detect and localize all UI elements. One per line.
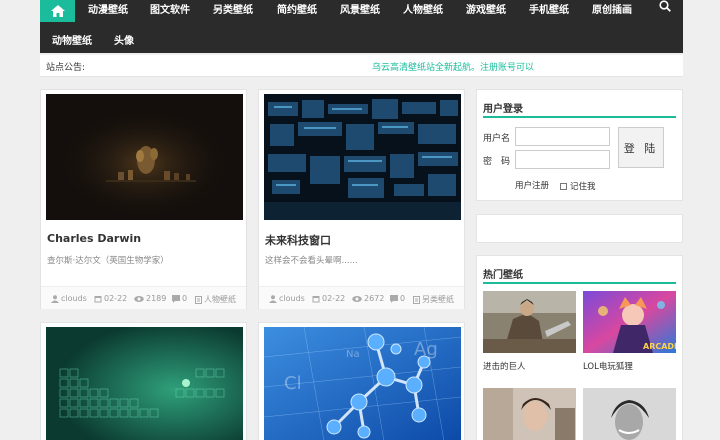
home-button[interactable] <box>40 0 75 22</box>
title-underline <box>483 282 676 284</box>
home-icon <box>50 5 65 17</box>
empty-widget <box>476 214 683 243</box>
login-title: 用户登录 <box>483 104 523 115</box>
top-navbar: 动漫壁纸 图文软件 另类壁纸 简约壁纸 风景壁纸 人物壁纸 游戏壁纸 手机壁纸 … <box>40 0 683 53</box>
nav-item-alt[interactable]: 另类壁纸 <box>213 1 253 16</box>
card-title[interactable]: Charles Darwin <box>47 232 141 245</box>
comment-icon <box>172 294 180 303</box>
nav-item-mobile[interactable]: 手机壁纸 <box>529 1 569 16</box>
wallpaper-thumbnail[interactable] <box>46 94 243 220</box>
card-title[interactable]: 未来科技窗口 <box>265 232 331 248</box>
hot-thumbnail[interactable] <box>483 291 576 353</box>
nav-item-people[interactable]: 人物壁纸 <box>403 1 443 16</box>
eye-icon <box>352 295 362 302</box>
hot-title: 热门壁纸 <box>483 270 523 281</box>
login-button[interactable]: 登 陆 <box>618 127 664 168</box>
card-views: 2189 <box>134 294 166 303</box>
nav-item-simple[interactable]: 简约壁纸 <box>277 1 317 16</box>
card-category[interactable]: 人物壁纸 <box>195 294 236 305</box>
wallpaper-thumbnail[interactable] <box>264 94 461 220</box>
remember-checkbox[interactable] <box>560 182 567 190</box>
nav-item-original[interactable]: 原创插画 <box>592 1 632 16</box>
remember-me[interactable]: 记住我 <box>560 180 596 192</box>
wallpaper-card[interactable]: Charles Darwin 查尔斯·达尔文（英国生物学家） clouds 02… <box>40 89 247 309</box>
hot-thumbnail[interactable] <box>483 388 576 440</box>
search-icon[interactable] <box>659 0 671 12</box>
hot-caption[interactable]: 进击的巨人 <box>483 360 526 372</box>
svg-text:Na: Na <box>346 349 360 360</box>
card-date: 02-22 <box>94 294 127 303</box>
card-description: 这样会不会看头晕啊...... <box>265 256 358 266</box>
card-comments[interactable]: 0 <box>172 294 187 303</box>
nav-item-software[interactable]: 图文软件 <box>150 1 190 16</box>
password-input[interactable] <box>515 150 610 169</box>
wallpaper-card[interactable]: Cl Ag Na <box>258 322 465 440</box>
hot-caption[interactable]: LOL电玩狐狸 <box>583 360 633 372</box>
svg-text:Cl: Cl <box>284 373 302 394</box>
user-icon <box>269 294 277 303</box>
wallpaper-card[interactable] <box>40 322 247 440</box>
notice-bar: 站点公告: 乌云高清壁纸站全新起航。注册账号可以 <box>40 55 683 77</box>
nav-item-avatar[interactable]: 头像 <box>114 32 134 47</box>
card-views: 2672 <box>352 294 384 303</box>
card-category[interactable]: 另类壁纸 <box>413 294 454 305</box>
hot-thumbnail[interactable] <box>583 388 676 440</box>
calendar-icon <box>94 295 102 302</box>
document-icon <box>413 295 420 304</box>
username-input[interactable] <box>515 127 610 146</box>
hot-thumbnail[interactable]: ARCADE <box>583 291 676 353</box>
title-underline <box>483 116 676 118</box>
wallpaper-thumbnail[interactable]: Cl Ag Na <box>264 327 461 440</box>
comment-icon <box>390 294 398 303</box>
password-label: 密 码 <box>483 157 511 167</box>
calendar-icon <box>312 295 320 302</box>
login-panel: 用户登录 用户名 密 码 登 陆 用户注册 记住我 <box>476 89 683 201</box>
eye-icon <box>134 295 144 302</box>
arcade-logo: ARCADE <box>643 342 676 351</box>
wallpaper-card[interactable]: 未来科技窗口 这样会不会看头晕啊...... clouds 02-22 2672… <box>258 89 465 309</box>
card-description: 查尔斯·达尔文（英国生物学家） <box>47 256 169 266</box>
username-label: 用户名 <box>483 134 511 144</box>
notice-marquee[interactable]: 乌云高清壁纸站全新起航。注册账号可以 <box>372 60 552 73</box>
nav-item-animals[interactable]: 动物壁纸 <box>52 32 92 47</box>
svg-text:Ag: Ag <box>414 339 438 360</box>
user-icon <box>51 294 59 303</box>
nav-item-anime[interactable]: 动漫壁纸 <box>88 1 128 16</box>
nav-item-games[interactable]: 游戏壁纸 <box>466 1 506 16</box>
register-link[interactable]: 用户注册 <box>515 179 549 191</box>
card-date: 02-22 <box>312 294 345 303</box>
wallpaper-thumbnail[interactable] <box>46 327 243 440</box>
notice-label: 站点公告: <box>46 63 86 73</box>
card-author[interactable]: clouds <box>269 294 305 303</box>
card-meta: clouds 02-22 2189 0 人物壁纸 <box>41 286 246 309</box>
card-meta: clouds 02-22 2672 0 另类壁纸 <box>259 286 464 309</box>
document-icon <box>195 295 202 304</box>
card-comments[interactable]: 0 <box>390 294 405 303</box>
nav-item-scenery[interactable]: 风景壁纸 <box>340 1 380 16</box>
hot-wallpapers-panel: 热门壁纸 ARCADE 进击的巨人 LOL电玩狐狸 <box>476 255 683 440</box>
card-author[interactable]: clouds <box>51 294 87 303</box>
